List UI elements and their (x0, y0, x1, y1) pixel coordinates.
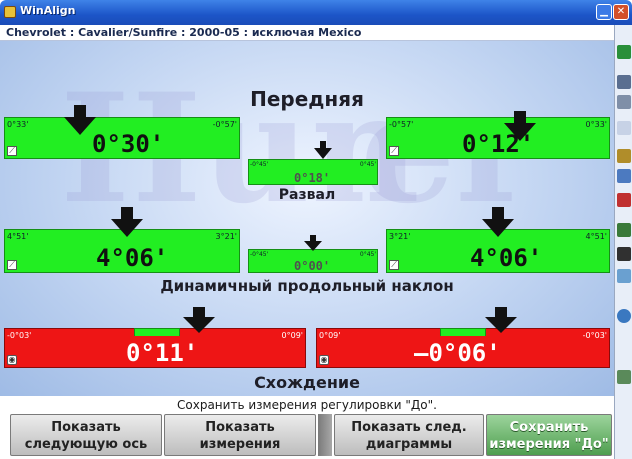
camber-heading: Развал (278, 187, 336, 203)
caster-cross-min: -0°45' (250, 251, 269, 258)
camber-cross-pointer-icon (314, 141, 332, 159)
caster-left-pointer-icon (111, 207, 143, 237)
window-title: WinAlign (20, 4, 76, 17)
vehicle-description: Chevrolet : Cavalier/Sunfire : 2000-05 :… (6, 26, 362, 39)
tools-icon[interactable] (617, 45, 631, 59)
toe-right-pointer-icon (485, 307, 517, 333)
link-icon[interactable] (617, 370, 631, 384)
measurement-panel: Hun er Передняя 0°33' -0°57' ⟋ 0°30' -0°… (0, 41, 614, 396)
help-icon[interactable] (617, 269, 631, 283)
toe-heading: Схождение (254, 373, 360, 392)
globe-icon[interactable] (617, 309, 631, 323)
caster-heading: Динамичный продольный наклон (160, 277, 454, 295)
next-axle-button[interactable]: Показать следующую ось (10, 414, 162, 456)
close-icon[interactable]: ✕ (613, 4, 629, 20)
adjust-icon[interactable]: ◉ (319, 355, 329, 365)
caster-cross-pointer-icon (304, 235, 322, 251)
button-divider (318, 414, 332, 456)
adjust-icon[interactable]: ⟋ (389, 260, 399, 270)
chart-icon[interactable] (617, 193, 631, 207)
minimize-icon[interactable]: ▁ (596, 4, 612, 20)
save-before-button[interactable]: Сохранить измерения "До" (486, 414, 612, 456)
specs-icon[interactable] (617, 121, 631, 135)
caster-cross-gauge: -0°45' 0°45' 0°00' (248, 249, 378, 273)
toe-left-gauge: -0°03' 0°09' ◉ 0°11' (4, 328, 306, 368)
toe-right-value: –0°06' (414, 339, 501, 367)
adjust-icon[interactable]: ⟋ (389, 146, 399, 156)
caster-right-min: 3°21' (389, 232, 411, 241)
toe-left-max: 0°09' (281, 331, 303, 340)
caster-right-pointer-icon (482, 207, 514, 237)
vehicle-bar: Chevrolet : Cavalier/Sunfire : 2000-05 :… (0, 25, 614, 41)
app-icon (4, 6, 16, 18)
camber-cross-gauge: -0°45' 0°45' 0°18' (248, 159, 378, 185)
caster-left-value: 4°06' (96, 244, 169, 272)
title-bar: WinAlign ▁ ✕ (0, 0, 632, 25)
show-measurements-button[interactable]: Показать измерения (164, 414, 316, 456)
camber-right-max: 0°33' (585, 120, 607, 129)
camber-left-min: 0°33' (7, 120, 29, 129)
camber-left-value: 0°30' (92, 130, 165, 158)
flag-icon[interactable] (617, 247, 631, 261)
caster-left-min: 4°51' (7, 232, 29, 241)
adjust-icon[interactable]: ◉ (7, 355, 17, 365)
sidebar-toolbar (614, 25, 632, 459)
caster-right-value: 4°06' (470, 244, 543, 272)
toe-left-value: 0°11' (126, 339, 199, 367)
caster-cross-value: 0°00' (294, 259, 331, 273)
wrench-icon[interactable] (617, 149, 631, 163)
camber-right-gauge: -0°57' 0°33' ⟋ 0°12' (386, 117, 610, 159)
toe-right-min: 0°09' (319, 331, 341, 340)
toe-right-gauge: 0°09' -0°03' ◉ –0°06' (316, 328, 610, 368)
camber-cross-value: 0°18' (294, 171, 331, 185)
camber-left-max: -0°57' (212, 120, 237, 129)
status-message: Сохранить измерения регулировки "До". (177, 398, 437, 412)
camber-cross-min: -0°45' (250, 161, 269, 168)
toe-right-max: -0°03' (582, 331, 607, 340)
adjust-icon[interactable]: ⟋ (7, 146, 17, 156)
vehicle-icon[interactable] (617, 223, 631, 237)
toe-left-min: -0°03' (7, 331, 32, 340)
camber-right-min: -0°57' (389, 120, 414, 129)
caster-left-max: 3°21' (215, 232, 237, 241)
camber-right-pointer-icon (504, 111, 536, 141)
gauge-icon[interactable] (617, 169, 631, 183)
caster-cross-max: 0°45' (359, 251, 376, 258)
monitor-icon[interactable] (617, 75, 631, 89)
caster-right-max: 4°51' (585, 232, 607, 241)
adjust-icon[interactable]: ⟋ (7, 260, 17, 270)
print-icon[interactable] (617, 95, 631, 109)
camber-left-pointer-icon (64, 105, 96, 135)
toe-left-pointer-icon (183, 307, 215, 333)
camber-left-gauge: 0°33' -0°57' ⟋ 0°30' (4, 117, 240, 159)
camber-cross-max: 0°45' (359, 161, 376, 168)
next-diagrams-button[interactable]: Показать след. диаграммы (334, 414, 484, 456)
